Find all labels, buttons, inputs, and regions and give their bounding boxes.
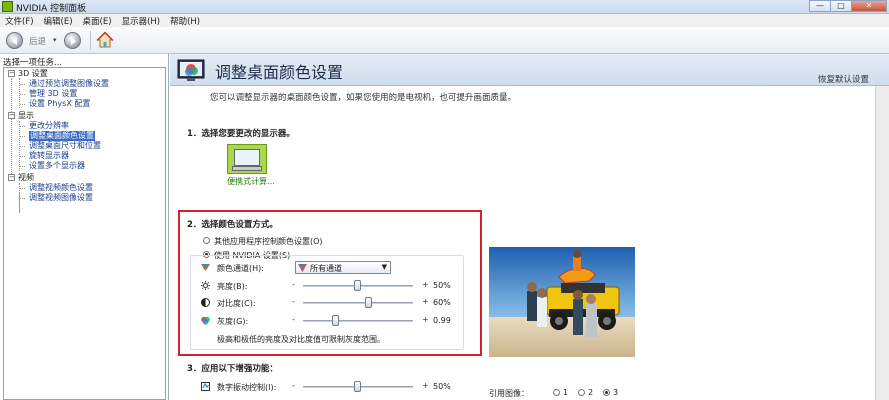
section-color-method-title: 2．选择颜色设置方式。: [187, 220, 278, 230]
reference-image-radio-1[interactable]: [553, 389, 560, 396]
color-channel-value: 所有通道: [310, 264, 342, 273]
back-arrow-icon: [12, 37, 17, 45]
gamma-slider-track[interactable]: [303, 320, 413, 322]
laptop-display-icon: [227, 144, 267, 174]
back-button[interactable]: [6, 32, 23, 49]
gamma-value: 0.99: [433, 316, 451, 325]
home-icon[interactable]: [96, 31, 114, 49]
brightness-label: 亮度(B):: [217, 282, 248, 291]
tree-item-manage-3d[interactable]: 管理 3D 设置: [29, 89, 77, 99]
page-banner: 调整桌面颜色设置 恢复默认设置: [170, 54, 889, 86]
gamma-icon: [201, 316, 210, 325]
page-description: 您可以调整显示器的桌面颜色设置，如果您使用的是电视机，也可提升画面质量。: [210, 93, 517, 103]
vibrance-plus: +: [422, 381, 429, 390]
reference-image-option-2: 2: [588, 388, 594, 397]
window-controls: — □ ✕: [809, 0, 887, 13]
vibrance-minus: -: [292, 381, 295, 390]
reference-image-radio-2[interactable]: [578, 389, 585, 396]
radio-other-apps-label: 其他应用程序控制颜色设置(O): [214, 237, 323, 246]
tree-item-video-image[interactable]: 调整视频图像设置: [29, 193, 93, 203]
vibrance-value: 50%: [433, 382, 451, 391]
section-enhancements-title: 3．应用以下增强功能：: [187, 364, 278, 374]
restore-defaults-link[interactable]: 恢复默认设置: [818, 73, 869, 85]
tree-category-3d[interactable]: 3D 设置: [18, 69, 48, 79]
tree-collapse-icon[interactable]: −: [8, 174, 15, 181]
tree-item-physx[interactable]: 设置 PhysX 配置: [29, 99, 90, 109]
color-channel-select[interactable]: 所有通道 ▼: [295, 261, 391, 274]
vibrance-icon: [201, 382, 210, 391]
vibrance-slider-thumb[interactable]: [354, 381, 361, 392]
contrast-label: 对比度(C):: [217, 299, 256, 308]
tree-category-display[interactable]: 显示: [18, 111, 34, 121]
menu-edit[interactable]: 编辑(E): [39, 15, 78, 27]
content-pane: 调整桌面颜色设置 恢复默认设置 您可以调整显示器的桌面颜色设置，如果您使用的是电…: [170, 54, 889, 400]
contrast-plus: +: [422, 297, 429, 306]
minimize-button[interactable]: —: [809, 0, 831, 12]
menu-bar: 文件(F) 编辑(E) 桌面(E) 显示器(H) 帮助(H): [0, 14, 889, 27]
color-channel-icon: [201, 264, 210, 271]
close-button[interactable]: ✕: [851, 0, 887, 12]
tree-item-desktop-color[interactable]: 调整桌面颜色设置: [29, 131, 95, 141]
color-channel-label: 颜色通道(H):: [217, 264, 264, 273]
contrast-slider-track[interactable]: [303, 302, 413, 304]
brightness-plus: +: [422, 280, 429, 289]
tree-item-video-color[interactable]: 调整视频颜色设置: [29, 183, 93, 193]
section-select-display-title: 1．选择您要更改的显示器。: [187, 129, 295, 139]
tree-item-multi-display[interactable]: 设置多个显示器: [29, 161, 85, 171]
maximize-button[interactable]: □: [830, 0, 852, 12]
contrast-value: 60%: [433, 298, 451, 307]
tree-collapse-icon[interactable]: −: [8, 70, 15, 77]
tree-item-desktop-size[interactable]: 调整桌面尺寸和位置: [29, 141, 101, 151]
reference-photo: [489, 247, 635, 357]
back-label: 后退: [29, 37, 47, 47]
radio-other-apps[interactable]: [203, 237, 210, 244]
chevron-down-icon: ▼: [381, 263, 387, 271]
history-dropdown-icon[interactable]: ▾: [53, 36, 57, 44]
brightness-minus: -: [292, 280, 295, 289]
task-pane: 选择一项任务... − 3D 设置 通过预览调整图像设置 管理 3D 设置 设置…: [0, 54, 169, 400]
reference-image-option-1: 1: [563, 388, 569, 397]
contrast-slider-thumb[interactable]: [365, 297, 372, 308]
reference-image-radio-3[interactable]: [603, 389, 610, 396]
gamma-minus: -: [292, 315, 295, 324]
forward-arrow-icon: [71, 37, 76, 45]
toolbar-separator: [90, 31, 91, 50]
task-tree: − 3D 设置 通过预览调整图像设置 管理 3D 设置 设置 PhysX 配置 …: [3, 67, 166, 400]
brightness-slider-thumb[interactable]: [354, 280, 361, 291]
brightness-value: 50%: [433, 281, 451, 290]
menu-file[interactable]: 文件(F): [0, 15, 39, 27]
contrast-icon: [201, 298, 210, 307]
desktop-color-icon: [177, 59, 205, 81]
title-bar: NVIDIA 控制面板 — □ ✕: [0, 0, 889, 14]
display-item-label: 便携式计算...: [227, 177, 275, 186]
menu-help[interactable]: 帮助(H): [165, 15, 205, 27]
nvidia-app-icon: [2, 1, 13, 12]
reference-image-label: 引用图像：: [489, 389, 529, 398]
page-title: 调整桌面颜色设置: [215, 63, 344, 82]
contrast-minus: -: [292, 297, 295, 306]
toolbar: 后退 ▾: [0, 27, 889, 54]
vertical-scrollbar[interactable]: [875, 86, 889, 400]
tree-item-preview-image[interactable]: 通过预览调整图像设置: [29, 79, 109, 89]
tree-item-resolution[interactable]: 更改分辨率: [29, 121, 69, 131]
gamma-slider-thumb[interactable]: [332, 315, 339, 326]
menu-desktop[interactable]: 桌面(E): [78, 15, 117, 27]
channel-swatch-icon: [298, 264, 307, 272]
menu-display[interactable]: 显示器(H): [117, 15, 166, 27]
tree-item-rotate[interactable]: 旋转显示器: [29, 151, 69, 161]
gamma-plus: +: [422, 315, 429, 324]
gamma-label: 灰度(G):: [217, 317, 249, 326]
vibrance-label: 数字振动控制(I):: [217, 383, 277, 392]
brightness-sun-icon: [201, 281, 210, 290]
tree-category-video[interactable]: 视频: [18, 173, 34, 183]
display-item-laptop[interactable]: 便携式计算...: [223, 144, 275, 188]
tree-collapse-icon[interactable]: −: [8, 112, 15, 119]
forward-button[interactable]: [64, 32, 81, 49]
range-note: 极高和极低的亮度及对比度值可限制灰度范围。: [217, 335, 385, 344]
reference-image-option-3: 3: [613, 388, 619, 397]
window-title: NVIDIA 控制面板: [16, 4, 87, 14]
